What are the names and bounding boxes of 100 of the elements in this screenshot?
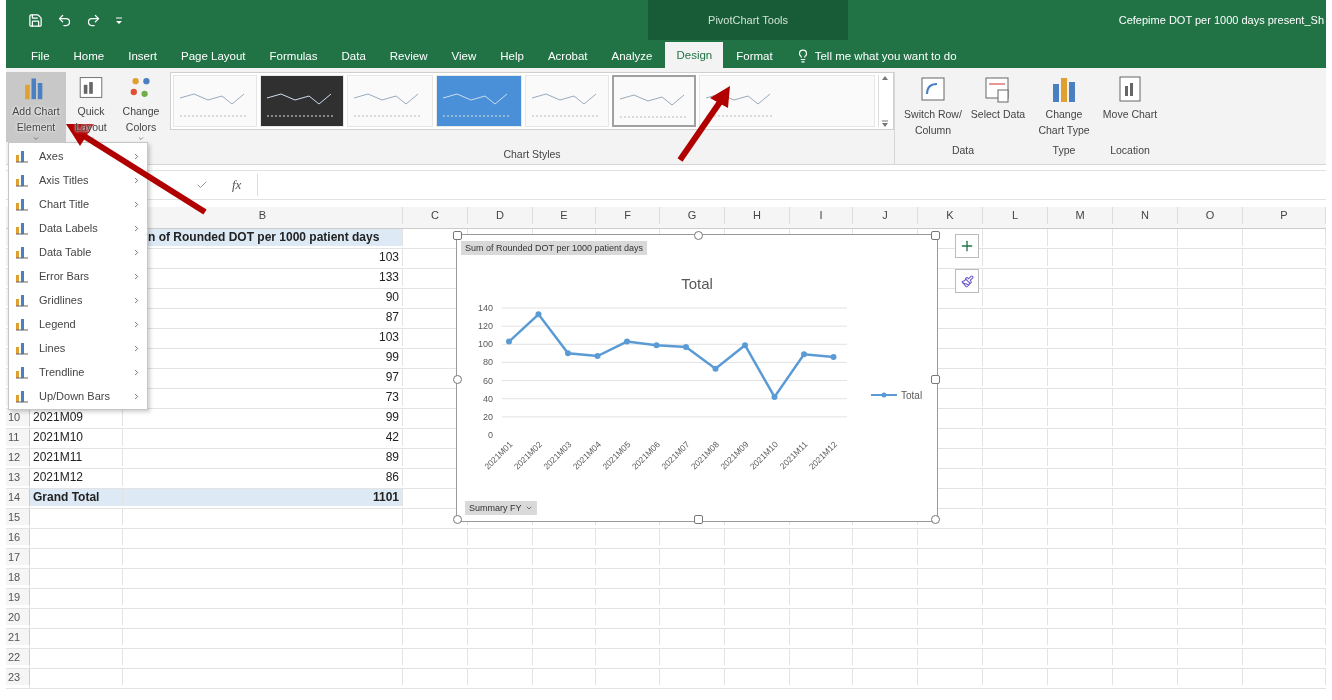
chart-styles-button[interactable] xyxy=(955,269,979,293)
more-icon[interactable] xyxy=(881,119,889,127)
resize-handle[interactable] xyxy=(453,231,462,240)
table-cell: 89 xyxy=(123,449,403,466)
axis-tick-label: 80 xyxy=(483,357,493,368)
axis-tick-label: 100 xyxy=(477,339,493,350)
resize-handle[interactable] xyxy=(931,515,940,524)
chart-style-thumbnail[interactable] xyxy=(612,75,696,127)
row-number[interactable]: 15 xyxy=(6,509,30,525)
scroll-up-icon[interactable] xyxy=(881,75,889,81)
row-number[interactable]: 20 xyxy=(6,609,30,625)
ribbon-button[interactable]: Switch Row/ Column xyxy=(898,72,968,142)
column-header[interactable]: M xyxy=(1048,207,1113,224)
row-number[interactable]: 13 xyxy=(6,469,30,486)
chart-element-icon xyxy=(15,149,29,163)
chart-element-icon xyxy=(15,245,29,259)
ribbon-tab[interactable]: Home xyxy=(62,44,116,68)
resize-handle[interactable] xyxy=(694,515,703,524)
ribbon-tab[interactable]: Page Layout xyxy=(170,44,257,68)
row-number[interactable]: 11 xyxy=(6,429,30,446)
data-point xyxy=(801,351,807,358)
row-number[interactable]: 19 xyxy=(6,589,30,605)
ribbon-tab[interactable]: File xyxy=(20,44,61,68)
group-label: Location xyxy=(1110,144,1150,156)
menu-item[interactable]: Axes xyxy=(9,144,147,168)
ribbon-button[interactable]: Add Chart Element xyxy=(6,72,66,142)
column-header[interactable]: L xyxy=(983,207,1048,224)
column-header[interactable]: K xyxy=(918,207,983,224)
resize-handle[interactable] xyxy=(453,515,462,524)
chart-element-icon xyxy=(15,269,29,283)
data-point xyxy=(653,342,660,349)
resize-handle[interactable] xyxy=(694,231,703,240)
ribbon-tab[interactable]: Design xyxy=(665,42,724,68)
column-header[interactable]: F xyxy=(596,207,660,224)
row-number[interactable]: 14 xyxy=(6,489,30,506)
data-point xyxy=(624,338,630,345)
row-number[interactable]: 12 xyxy=(6,449,30,466)
column-header[interactable]: D xyxy=(468,207,533,224)
ribbon-tab[interactable]: Help xyxy=(489,44,535,68)
axis-tick-label: 140 xyxy=(477,303,493,313)
chart-element-icon xyxy=(15,341,29,355)
menu-item[interactable]: Axis Titles xyxy=(9,168,147,192)
ribbon-tab[interactable]: Format xyxy=(725,44,784,68)
column-header[interactable]: O xyxy=(1178,207,1243,224)
column-header[interactable]: N xyxy=(1113,207,1178,224)
row-number[interactable]: 18 xyxy=(6,569,30,585)
ribbon-tab[interactable]: Insert xyxy=(117,44,168,68)
filter-button[interactable]: Summary FY xyxy=(465,501,537,515)
ribbon-tab[interactable]: View xyxy=(440,44,488,68)
ribbon-tab[interactable]: Review xyxy=(378,44,439,68)
column-header[interactable]: J xyxy=(853,207,918,224)
save-icon[interactable] xyxy=(28,12,43,28)
caret-icon xyxy=(32,134,40,142)
chart-element-icon xyxy=(15,365,29,379)
column-header[interactable]: G xyxy=(660,207,725,224)
chart-elements-button[interactable] xyxy=(955,234,979,258)
ribbon-button[interactable]: Move Chart xyxy=(1100,72,1160,142)
column-header[interactable]: E xyxy=(533,207,596,224)
row-number[interactable]: 22 xyxy=(6,649,30,665)
enter-icon[interactable] xyxy=(196,179,208,191)
caret-icon xyxy=(524,504,533,512)
ribbon-tab[interactable]: Analyze xyxy=(600,44,664,68)
brush-icon xyxy=(960,274,974,288)
column-header[interactable]: I xyxy=(790,207,853,224)
ribbon-button[interactable]: Change Chart Type xyxy=(1034,72,1094,142)
data-point xyxy=(712,365,719,372)
field-button[interactable]: Sum of Rounded DOT per 1000 patient days xyxy=(461,241,647,255)
insert-function-button[interactable]: fx xyxy=(232,177,242,193)
row-number[interactable]: 21 xyxy=(6,629,30,645)
table-cell: 2021M11 xyxy=(30,449,123,466)
row-number[interactable]: 17 xyxy=(6,549,30,565)
table-cell: 42 xyxy=(123,429,403,446)
axis-tick-label: 60 xyxy=(483,375,493,386)
chart-element-icon xyxy=(15,317,29,331)
chart-styles-gallery[interactable] xyxy=(170,72,894,130)
table-cell: Grand Total xyxy=(30,489,123,506)
column-header[interactable]: P xyxy=(1243,207,1326,224)
resize-handle[interactable] xyxy=(931,231,940,240)
group-label: Chart Styles xyxy=(503,148,561,160)
ribbon-tab[interactable]: Formulas xyxy=(258,44,329,68)
row-number[interactable]: 23 xyxy=(6,669,30,685)
row-number[interactable]: 16 xyxy=(6,529,30,545)
data-point xyxy=(594,353,601,360)
ribbon-tab[interactable]: Acrobat xyxy=(536,44,599,68)
chart-element-icon xyxy=(15,197,29,211)
caret-icon xyxy=(87,134,95,142)
column-header[interactable]: C xyxy=(403,207,468,224)
chart-title: Total xyxy=(681,275,713,292)
resize-handle[interactable] xyxy=(931,375,940,384)
ribbon-button[interactable]: Change Colors xyxy=(116,72,166,142)
column-header[interactable]: H xyxy=(725,207,790,224)
table-cell: 2021M10 xyxy=(30,429,123,446)
undo-icon[interactable] xyxy=(57,12,72,28)
axis-tick-label: 20 xyxy=(483,411,493,422)
redo-icon[interactable] xyxy=(86,12,101,28)
customize-icon[interactable] xyxy=(115,16,123,24)
resize-handle[interactable] xyxy=(453,375,462,384)
ribbon-button[interactable]: Select Data xyxy=(968,72,1028,142)
tell-me-field[interactable]: Tell me what you want to do xyxy=(795,44,957,68)
ribbon-tab[interactable]: Data xyxy=(330,44,377,68)
